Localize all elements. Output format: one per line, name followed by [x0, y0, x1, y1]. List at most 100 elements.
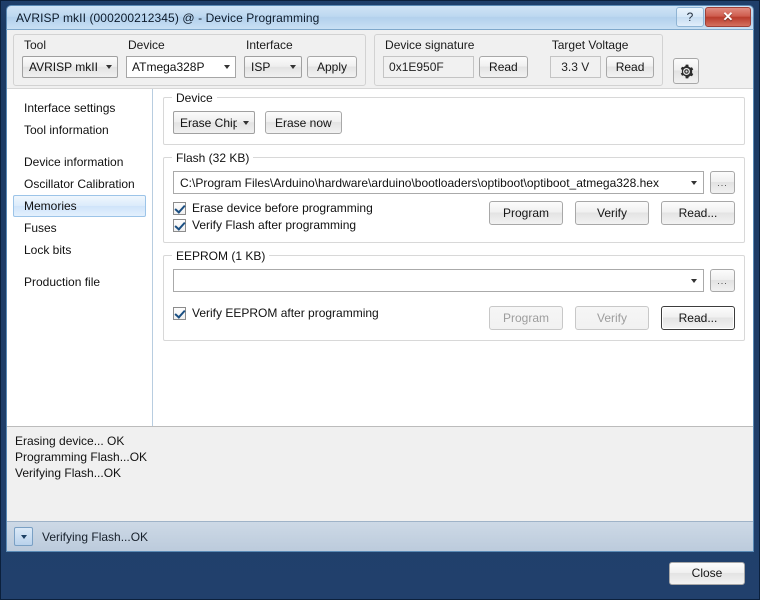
verify-flash-checkbox[interactable]: Verify Flash after programming — [173, 218, 373, 232]
sidebar-item-lock-bits[interactable]: Lock bits — [13, 239, 146, 261]
interface-row: ISP Apply — [244, 56, 358, 78]
eeprom-file-row: ... — [173, 269, 735, 292]
sidebar-item-label: Interface settings — [24, 101, 116, 115]
device-signature-value: 0x1E950F — [383, 56, 475, 78]
target-voltage-value: 3.3 V — [549, 56, 601, 78]
gear-icon — [680, 64, 694, 78]
sidebar-item-label: Device information — [24, 155, 124, 169]
main-body: Interface settings Tool information Devi… — [7, 88, 753, 426]
status-message: Verifying Flash...OK — [42, 529, 149, 544]
interface-select[interactable]: ISP — [244, 56, 302, 78]
device-group-legend: Device — [172, 91, 217, 105]
window-title: AVRISP mkII (000200212345) @ - Device Pr… — [16, 10, 320, 25]
interface-label: Interface — [246, 38, 293, 52]
flash-file-row: C:\Program Files\Arduino\hardware\arduin… — [173, 171, 735, 194]
status-expander-button[interactable] — [14, 527, 33, 546]
flash-group: Flash (32 KB) C:\Program Files\Arduino\h… — [163, 151, 745, 243]
eeprom-options-row: Verify EEPROM after programming Program … — [173, 306, 735, 330]
status-bar: Verifying Flash...OK — [7, 521, 753, 551]
sidebar-item-interface-settings[interactable]: Interface settings — [13, 97, 146, 119]
flash-browse-button[interactable]: ... — [710, 171, 735, 194]
close-button[interactable]: Close — [669, 561, 745, 585]
read-signature-button[interactable]: Read — [479, 56, 528, 78]
eeprom-file-input[interactable] — [173, 269, 704, 292]
flash-verify-button[interactable]: Verify — [575, 201, 649, 225]
help-button[interactable]: ? — [676, 7, 704, 27]
sidebar-item-production-file[interactable]: Production file — [13, 271, 146, 293]
dialog-footer: Close — [6, 552, 754, 594]
window-buttons: ? ✕ — [675, 7, 751, 27]
device-select-value: ATmega328P — [132, 60, 205, 74]
flash-file-input[interactable]: C:\Program Files\Arduino\hardware\arduin… — [173, 171, 704, 194]
signature-voltage-group: Device signature 0x1E950F Read Target Vo… — [374, 34, 664, 86]
erase-mode-select[interactable]: Erase Chip — [173, 111, 255, 134]
chevron-down-icon — [237, 113, 254, 133]
sidebar-nav: Interface settings Tool information Devi… — [7, 89, 153, 426]
sidebar-item-oscillator-calibration[interactable]: Oscillator Calibration — [13, 173, 146, 195]
checkbox-icon — [173, 306, 186, 320]
verify-eeprom-label: Verify EEPROM after programming — [192, 306, 379, 320]
eeprom-verify-button: Verify — [575, 306, 649, 330]
device-group: Device Erase Chip Erase now — [163, 91, 745, 145]
sidebar-item-label: Oscillator Calibration — [24, 177, 135, 191]
sidebar-item-fuses[interactable]: Fuses — [13, 217, 146, 239]
sidebar-item-label: Memories — [24, 199, 77, 213]
device-label: Device — [128, 38, 165, 52]
checkbox-icon — [173, 201, 186, 215]
chevron-down-icon — [284, 57, 301, 77]
interface-select-value: ISP — [251, 60, 271, 74]
output-log: Erasing device... OK Programming Flash..… — [7, 426, 753, 521]
eeprom-program-button: Program — [489, 306, 563, 330]
eeprom-read-button[interactable]: Read... — [661, 306, 735, 330]
sidebar-item-tool-information[interactable]: Tool information — [13, 119, 146, 141]
device-select[interactable]: ATmega328P — [126, 56, 236, 78]
sidebar-separator — [7, 141, 152, 151]
target-voltage-field: Target Voltage 3.3 V Read — [549, 38, 655, 78]
flash-program-button[interactable]: Program — [489, 201, 563, 225]
device-signature-row: 0x1E950F Read — [383, 56, 528, 78]
sidebar-item-memories[interactable]: Memories — [13, 195, 146, 217]
checkbox-icon — [173, 218, 186, 232]
flash-options-row: Erase device before programming Verify F… — [173, 201, 735, 232]
sidebar-item-label: Fuses — [24, 221, 57, 235]
settings-button[interactable] — [673, 58, 700, 84]
chevron-down-icon[interactable] — [685, 180, 703, 185]
close-window-button[interactable]: ✕ — [705, 7, 751, 27]
tool-label: Tool — [24, 38, 47, 52]
eeprom-checkbox-group: Verify EEPROM after programming — [173, 306, 379, 320]
read-voltage-button[interactable]: Read — [605, 56, 655, 78]
eeprom-action-buttons: Program Verify Read... — [489, 306, 735, 330]
flash-checkbox-group: Erase device before programming Verify F… — [173, 201, 373, 232]
verify-eeprom-checkbox[interactable]: Verify EEPROM after programming — [173, 306, 379, 320]
eeprom-browse-button[interactable]: ... — [710, 269, 735, 292]
sidebar-item-label: Tool information — [24, 123, 109, 137]
device-programming-window: AVRISP mkII (000200212345) @ - Device Pr… — [0, 0, 760, 600]
flash-read-button[interactable]: Read... — [661, 201, 735, 225]
sidebar-separator — [7, 261, 152, 271]
device-signature-label: Device signature — [385, 38, 475, 52]
erase-before-programming-checkbox[interactable]: Erase device before programming — [173, 201, 373, 215]
verify-flash-label: Verify Flash after programming — [192, 218, 357, 232]
client-area: Tool AVRISP mkII Device ATmega328P Inter… — [6, 29, 754, 552]
sidebar-item-label: Lock bits — [24, 243, 72, 257]
sidebar-item-device-information[interactable]: Device information — [13, 151, 146, 173]
eeprom-group: EEPROM (1 KB) ... Verify EEPROM after pr… — [163, 249, 745, 341]
tool-select-value: AVRISP mkII — [29, 60, 98, 74]
erase-before-programming-label: Erase device before programming — [192, 201, 373, 215]
target-voltage-row: 3.3 V Read — [549, 56, 655, 78]
title-bar[interactable]: AVRISP mkII (000200212345) @ - Device Pr… — [6, 5, 754, 29]
flash-action-buttons: Program Verify Read... — [489, 201, 735, 225]
chevron-down-icon — [100, 57, 117, 77]
chevron-down-icon[interactable] — [685, 278, 703, 283]
erase-mode-value: Erase Chip — [180, 115, 237, 130]
flash-file-value: C:\Program Files\Arduino\hardware\arduin… — [180, 175, 659, 190]
tool-device-interface-group: Tool AVRISP mkII Device ATmega328P Inter… — [13, 34, 367, 86]
erase-now-button[interactable]: Erase now — [265, 111, 342, 134]
tool-select[interactable]: AVRISP mkII — [22, 56, 118, 78]
memories-panel: Device Erase Chip Erase now Flash (32 KB… — [153, 89, 753, 426]
interface-field: Interface ISP Apply — [244, 38, 358, 78]
device-group-row: Erase Chip Erase now — [173, 111, 735, 134]
tool-field: Tool AVRISP mkII — [22, 38, 118, 78]
apply-button[interactable]: Apply — [307, 56, 358, 78]
chevron-down-icon — [218, 57, 235, 77]
